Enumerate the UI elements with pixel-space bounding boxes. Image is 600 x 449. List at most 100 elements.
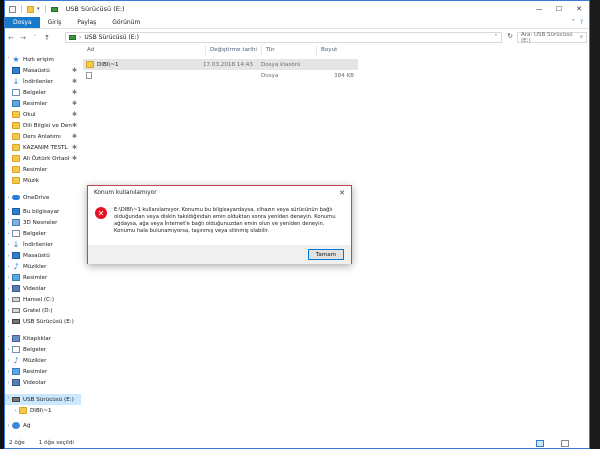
nav-pc-drive-d[interactable]: › Gratel (D:): [5, 305, 81, 316]
chevron-right-icon[interactable]: ›: [5, 264, 12, 270]
chevron-right-icon[interactable]: ›: [5, 369, 12, 375]
tab-view[interactable]: Görünüm: [104, 17, 148, 28]
nav-lib-documents[interactable]: › Belgeler: [5, 344, 81, 355]
pin-icon[interactable]: ✱: [72, 155, 77, 162]
chevron-right-icon[interactable]: ›: [12, 408, 19, 414]
nav-label: Hızlı erişim: [23, 56, 54, 63]
help-icon[interactable]: ?: [580, 19, 583, 26]
nav-quick-desktop[interactable]: Masaüstü ✱: [5, 65, 81, 76]
dialog-close-button[interactable]: ✕: [335, 186, 349, 199]
chevron-right-icon[interactable]: ›: [5, 253, 12, 259]
chevron-down-icon[interactable]: ˅: [5, 209, 12, 215]
chevron-right-icon[interactable]: ›: [5, 242, 12, 248]
pin-icon[interactable]: ✱: [72, 89, 77, 96]
nav-pc-usb-drive[interactable]: › USB Sürücüsü (E:): [5, 316, 81, 327]
pin-icon[interactable]: ✱: [72, 111, 77, 118]
chevron-right-icon[interactable]: ›: [5, 231, 12, 237]
chevron-right-icon[interactable]: ›: [5, 319, 12, 325]
nav-network[interactable]: › Ağ: [5, 420, 81, 431]
chevron-right-icon[interactable]: ›: [5, 423, 12, 429]
chevron-down-icon[interactable]: ˅: [5, 397, 12, 403]
pin-icon[interactable]: ✱: [72, 78, 77, 85]
nav-pc-desktop[interactable]: › Masaüstü: [5, 250, 81, 261]
nav-pc-drive-c[interactable]: › Hansel (C:): [5, 294, 81, 305]
nav-quick-folder[interactable]: Okul ✱: [5, 109, 81, 120]
nav-libraries[interactable]: ˅ Kitaplıklar: [5, 333, 81, 344]
nav-pc-documents[interactable]: › Belgeler: [5, 228, 81, 239]
nav-lib-pictures[interactable]: › Resimler: [5, 366, 81, 377]
chevron-right-icon[interactable]: ›: [5, 347, 12, 353]
customize-toolbar-icon[interactable]: ▾: [37, 6, 40, 12]
nav-label: Dili Bilgisi ve Den: [23, 122, 72, 129]
minimize-button[interactable]: —: [529, 1, 549, 17]
column-header-type[interactable]: Tür: [262, 45, 317, 55]
nav-quick-folder[interactable]: Resimler: [5, 164, 81, 175]
nav-lib-music[interactable]: › ♪ Müzikler: [5, 355, 81, 366]
pin-icon[interactable]: ✱: [72, 67, 77, 74]
nav-usb-child-folder[interactable]: › DIBI\~1: [5, 405, 81, 416]
nav-quick-folder[interactable]: Ali Öztürk Ortaol ✱: [5, 153, 81, 164]
nav-pc-3d-objects[interactable]: › 3D Nesneler: [5, 217, 81, 228]
address-bar[interactable]: › USB Sürücüsü (E:) ˅: [65, 32, 502, 43]
nav-quick-downloads[interactable]: ↓ İndirilenler ✱: [5, 76, 81, 87]
large-icons-view-button[interactable]: [561, 439, 569, 447]
chevron-right-icon[interactable]: ›: [5, 358, 12, 364]
properties-icon[interactable]: [9, 5, 16, 13]
new-folder-icon[interactable]: [27, 5, 34, 13]
breadcrumb-usb-drive[interactable]: USB Sürücüsü (E:): [84, 34, 139, 41]
chevron-right-icon[interactable]: ›: [5, 308, 12, 314]
chevron-right-icon[interactable]: ›: [5, 297, 12, 303]
nav-pc-pictures[interactable]: › Resimler: [5, 272, 81, 283]
nav-label: Resimler: [23, 100, 48, 107]
chevron-right-icon[interactable]: ›: [5, 220, 12, 226]
nav-quick-folder[interactable]: Ders Anlatımı ✱: [5, 131, 81, 142]
refresh-button[interactable]: ↻: [505, 32, 515, 43]
ok-button[interactable]: Tamam: [308, 249, 344, 260]
ribbon-expand-icon[interactable]: ˅: [572, 19, 575, 26]
column-header-date[interactable]: Değiştirme tarihi: [206, 45, 262, 55]
nav-lib-videos[interactable]: › Videolar: [5, 377, 81, 388]
nav-pc-music[interactable]: › ♪ Müzikler: [5, 261, 81, 272]
recent-locations-button[interactable]: ˅: [29, 35, 41, 41]
forward-button[interactable]: →: [17, 34, 29, 42]
table-row[interactable]: Dosya 384 KB: [83, 70, 358, 81]
nav-quick-folder[interactable]: Müzik: [5, 175, 81, 186]
back-button[interactable]: ←: [5, 34, 17, 42]
nav-this-pc[interactable]: ˅ Bu bilgisayar: [5, 206, 81, 217]
pin-icon[interactable]: ✱: [72, 133, 77, 140]
table-row[interactable]: DIBI\~1 17.03.2018 14:43 Dosya klasörü: [83, 59, 358, 70]
column-header-size[interactable]: Boyut: [317, 45, 361, 55]
nav-usb-drive-selected[interactable]: ˅ USB Sürücüsü (E:): [5, 394, 81, 405]
search-input[interactable]: Ara: USB Sürücüsü (E:): [521, 32, 578, 44]
pin-icon[interactable]: ✱: [72, 144, 77, 151]
nav-quick-folder[interactable]: Dili Bilgisi ve Den ✱: [5, 120, 81, 131]
tab-share[interactable]: Paylaş: [69, 17, 104, 28]
chevron-right-icon[interactable]: ›: [5, 195, 12, 201]
close-button[interactable]: ✕: [569, 1, 589, 17]
nav-quick-pictures[interactable]: Resimler ✱: [5, 98, 81, 109]
tab-file[interactable]: Dosya: [5, 17, 40, 28]
pin-icon[interactable]: ✱: [72, 122, 77, 129]
details-view-button[interactable]: [536, 439, 544, 447]
folder-icon: [19, 407, 27, 414]
nav-onedrive[interactable]: › OneDrive: [5, 192, 81, 203]
chevron-right-icon[interactable]: ›: [5, 380, 12, 386]
chevron-right-icon[interactable]: ›: [5, 286, 12, 292]
pin-icon[interactable]: ✱: [72, 100, 77, 107]
chevron-down-icon[interactable]: ˅: [5, 57, 12, 63]
nav-quick-folder[interactable]: KAZANIM TESTL ✱: [5, 142, 81, 153]
column-header-name[interactable]: Ad: [83, 45, 206, 55]
address-dropdown-icon[interactable]: ˅: [491, 34, 501, 41]
nav-quick-access[interactable]: ˅ ★ Hızlı erişim: [5, 54, 81, 65]
nav-label: Ağ: [23, 422, 31, 429]
nav-pc-videos[interactable]: › Videolar: [5, 283, 81, 294]
chevron-right-icon[interactable]: ›: [5, 275, 12, 281]
tab-home[interactable]: Giriş: [40, 17, 70, 28]
breadcrumb-arrow[interactable]: ›: [79, 34, 81, 41]
maximize-button[interactable]: ☐: [549, 1, 569, 17]
up-button[interactable]: ↑: [41, 34, 53, 42]
nav-pc-downloads[interactable]: › ↓ İndirilenler: [5, 239, 81, 250]
nav-quick-documents[interactable]: Belgeler ✱: [5, 87, 81, 98]
chevron-down-icon[interactable]: ˅: [5, 336, 12, 342]
search-box[interactable]: Ara: USB Sürücüsü (E:) ⌕: [517, 32, 587, 44]
